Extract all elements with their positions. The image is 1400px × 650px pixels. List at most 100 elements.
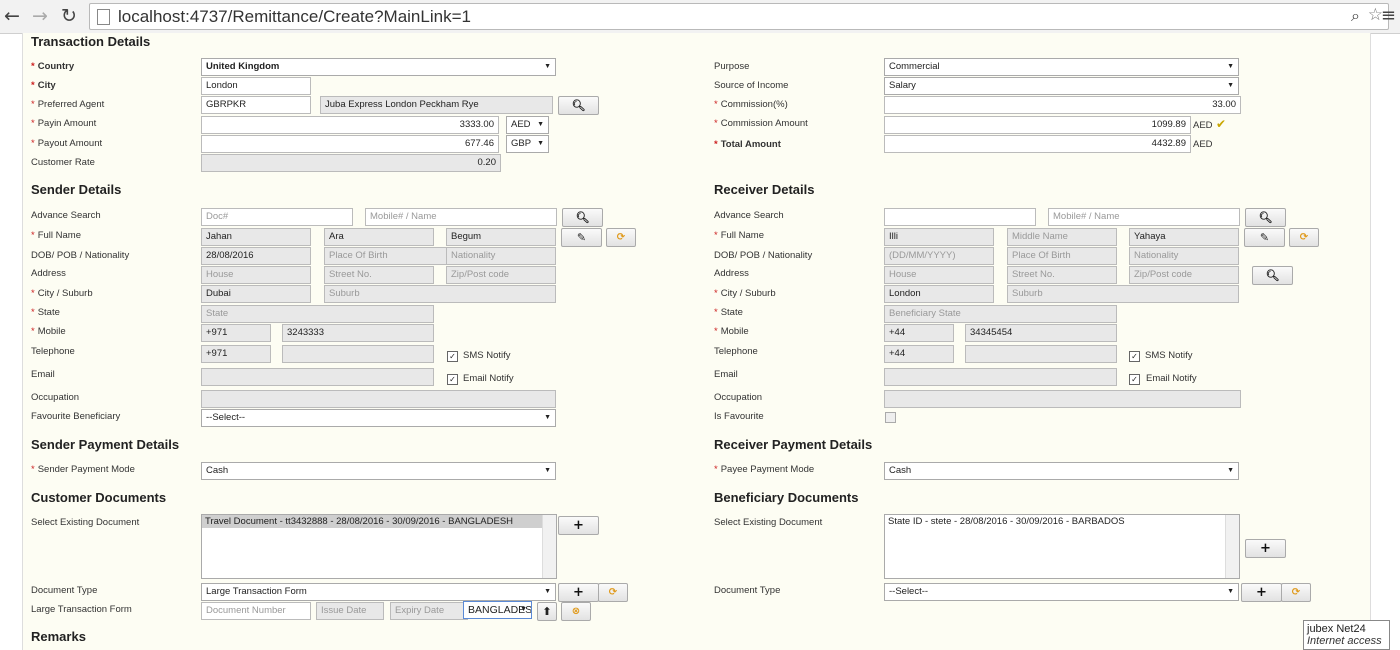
- receiver-refresh-button[interactable]: ⟳: [1289, 228, 1319, 247]
- receiver-sms-checkbox[interactable]: ✓: [1129, 351, 1140, 362]
- favourite-beneficiary-select[interactable]: --Select-- ▼: [201, 409, 556, 427]
- beneficiary-doc-option[interactable]: State ID - stete - 28/08/2016 - 30/09/20…: [885, 515, 1225, 528]
- receiver-first-name[interactable]: Illi: [884, 228, 994, 246]
- receiver-mobile-code[interactable]: +44: [884, 324, 954, 342]
- listbox-scrollbar[interactable]: [1225, 515, 1239, 578]
- is-favourite-checkbox[interactable]: [885, 412, 896, 423]
- beneficiary-existing-doc-list[interactable]: State ID - stete - 28/08/2016 - 30/09/20…: [884, 514, 1240, 579]
- receiver-mobile-input[interactable]: 34345454: [965, 324, 1117, 342]
- sender-search-button[interactable]: 🔍︎: [562, 208, 603, 227]
- document-country-select[interactable]: BANGLADESH▼: [463, 601, 532, 619]
- agent-search-button[interactable]: 🔍︎: [558, 96, 599, 115]
- sender-first-name[interactable]: Jahan: [201, 228, 311, 246]
- payout-amount-input[interactable]: 677.46: [201, 135, 499, 153]
- sender-state-input[interactable]: State: [201, 305, 434, 323]
- sender-doc-search-input[interactable]: Doc#: [201, 208, 353, 226]
- receiver-tel-code[interactable]: +44: [884, 345, 954, 363]
- expiry-date-input[interactable]: Expiry Date: [390, 602, 468, 620]
- commission-pct-input[interactable]: 33.00: [884, 96, 1241, 114]
- sender-nationality-input[interactable]: Nationality: [446, 247, 556, 265]
- forward-arrow-icon[interactable]: →: [28, 4, 52, 28]
- document-number-input[interactable]: Document Number: [201, 602, 311, 620]
- sender-tel-input[interactable]: [282, 345, 434, 363]
- network-tooltip: jubex Net24 Internet access: [1303, 620, 1390, 650]
- payee-payment-mode-select[interactable]: Cash ▼: [884, 462, 1239, 480]
- back-arrow-icon[interactable]: ←: [0, 4, 24, 28]
- receiver-suburb-input[interactable]: Suburb: [1007, 285, 1239, 303]
- sender-refresh-button[interactable]: ⟳: [606, 228, 636, 247]
- receiver-occupation-input[interactable]: [884, 390, 1241, 408]
- sender-suburb-input[interactable]: Suburb: [324, 285, 556, 303]
- commission-amount-input[interactable]: 1099.89: [884, 116, 1191, 134]
- sender-street-input[interactable]: Street No.: [324, 266, 434, 284]
- receiver-street-input[interactable]: Street No.: [1007, 266, 1117, 284]
- beneficiary-doc-type-add-button[interactable]: +: [1241, 583, 1282, 602]
- beneficiary-add-doc-button[interactable]: +: [1245, 539, 1286, 558]
- large-transaction-form-label: Large Transaction Form: [31, 604, 132, 615]
- receiver-email-notify-checkbox[interactable]: ✓: [1129, 374, 1140, 385]
- source-of-income-select[interactable]: Salary ▼: [884, 77, 1239, 95]
- listbox-scrollbar[interactable]: [542, 515, 556, 578]
- sender-email-notify-checkbox[interactable]: ✓: [447, 374, 458, 385]
- sender-occupation-input[interactable]: [201, 390, 556, 408]
- sender-edit-button[interactable]: ✎: [561, 228, 602, 247]
- receiver-house-input[interactable]: House: [884, 266, 994, 284]
- issue-date-input[interactable]: Issue Date: [316, 602, 384, 620]
- receiver-last-name[interactable]: Yahaya: [1129, 228, 1239, 246]
- sender-mobile-input[interactable]: 3243333: [282, 324, 434, 342]
- sender-email-input[interactable]: [201, 368, 434, 386]
- reload-icon[interactable]: ↻: [57, 4, 81, 28]
- receiver-email-input[interactable]: [884, 368, 1117, 386]
- receiver-doc-search-input[interactable]: [884, 208, 1036, 226]
- receiver-state-input[interactable]: Beneficiary State: [884, 305, 1117, 323]
- sender-payment-mode-select[interactable]: Cash ▼: [201, 462, 556, 480]
- country-select[interactable]: United Kingdom ▼: [201, 58, 556, 76]
- sender-middle-name[interactable]: Ara: [324, 228, 434, 246]
- receiver-dob-input[interactable]: (DD/MM/YYYY): [884, 247, 994, 265]
- url-text[interactable]: localhost:4737/Remittance/Create?MainLin…: [118, 7, 471, 27]
- receiver-fullname-label: * Full Name: [714, 230, 764, 241]
- payin-currency-select[interactable]: AED ▼: [506, 116, 549, 134]
- customer-doc-type-add-button[interactable]: +: [558, 583, 599, 602]
- beneficiary-doc-refresh-button[interactable]: ⟳: [1281, 583, 1311, 602]
- receiver-mobile-search-input[interactable]: Mobile# / Name: [1048, 208, 1240, 226]
- receiver-state-label: * State: [714, 307, 743, 318]
- customer-add-doc-button[interactable]: +: [558, 516, 599, 535]
- purpose-select[interactable]: Commercial ▼: [884, 58, 1239, 76]
- sender-mobile-code[interactable]: +971: [201, 324, 271, 342]
- sender-dob-input[interactable]: 28/08/2016: [201, 247, 311, 265]
- sender-last-name[interactable]: Begum: [446, 228, 556, 246]
- sender-sms-checkbox[interactable]: ✓: [447, 351, 458, 362]
- customer-doc-type-label: Document Type: [31, 585, 98, 596]
- sender-tel-code[interactable]: +971: [201, 345, 271, 363]
- city-input[interactable]: London: [201, 77, 311, 95]
- receiver-zip-input[interactable]: Zip/Post code: [1129, 266, 1239, 284]
- address-bar[interactable]: localhost:4737/Remittance/Create?MainLin…: [89, 3, 1389, 30]
- receiver-occupation-label: Occupation: [714, 392, 763, 403]
- remove-document-button[interactable]: ⊗: [561, 602, 591, 621]
- receiver-tel-input[interactable]: [965, 345, 1117, 363]
- payout-currency-select[interactable]: GBP ▼: [506, 135, 549, 153]
- sender-house-input[interactable]: House: [201, 266, 311, 284]
- upload-button[interactable]: ⬆: [537, 602, 557, 621]
- receiver-pob-input[interactable]: Place Of Birth: [1007, 247, 1117, 265]
- customer-doc-type-select[interactable]: Large Transaction Form ▼: [201, 583, 556, 601]
- agent-code-input[interactable]: GBRPKR: [201, 96, 311, 114]
- total-amount-input[interactable]: 4432.89: [884, 135, 1191, 153]
- sender-city-input[interactable]: Dubai: [201, 285, 311, 303]
- receiver-middle-name[interactable]: Middle Name: [1007, 228, 1117, 246]
- customer-existing-doc-list[interactable]: Travel Document - tt3432888 - 28/08/2016…: [201, 514, 557, 579]
- sender-mobile-search-input[interactable]: Mobile# / Name: [365, 208, 557, 226]
- zoom-icon[interactable]: ⌕: [1351, 6, 1360, 26]
- sender-zip-input[interactable]: Zip/Post code: [446, 266, 556, 284]
- receiver-city-input[interactable]: London: [884, 285, 994, 303]
- receiver-nationality-input[interactable]: Nationality: [1129, 247, 1239, 265]
- beneficiary-doc-type-select[interactable]: --Select-- ▼: [884, 583, 1239, 601]
- customer-doc-option[interactable]: Travel Document - tt3432888 - 28/08/2016…: [202, 515, 542, 528]
- receiver-address-search-button[interactable]: 🔍︎: [1252, 266, 1293, 285]
- customer-doc-refresh-button[interactable]: ⟳: [598, 583, 628, 602]
- receiver-edit-button[interactable]: ✎: [1244, 228, 1285, 247]
- payin-amount-input[interactable]: 3333.00: [201, 116, 499, 134]
- receiver-search-button[interactable]: 🔍︎: [1245, 208, 1286, 227]
- menu-icon[interactable]: ≡: [1381, 5, 1396, 26]
